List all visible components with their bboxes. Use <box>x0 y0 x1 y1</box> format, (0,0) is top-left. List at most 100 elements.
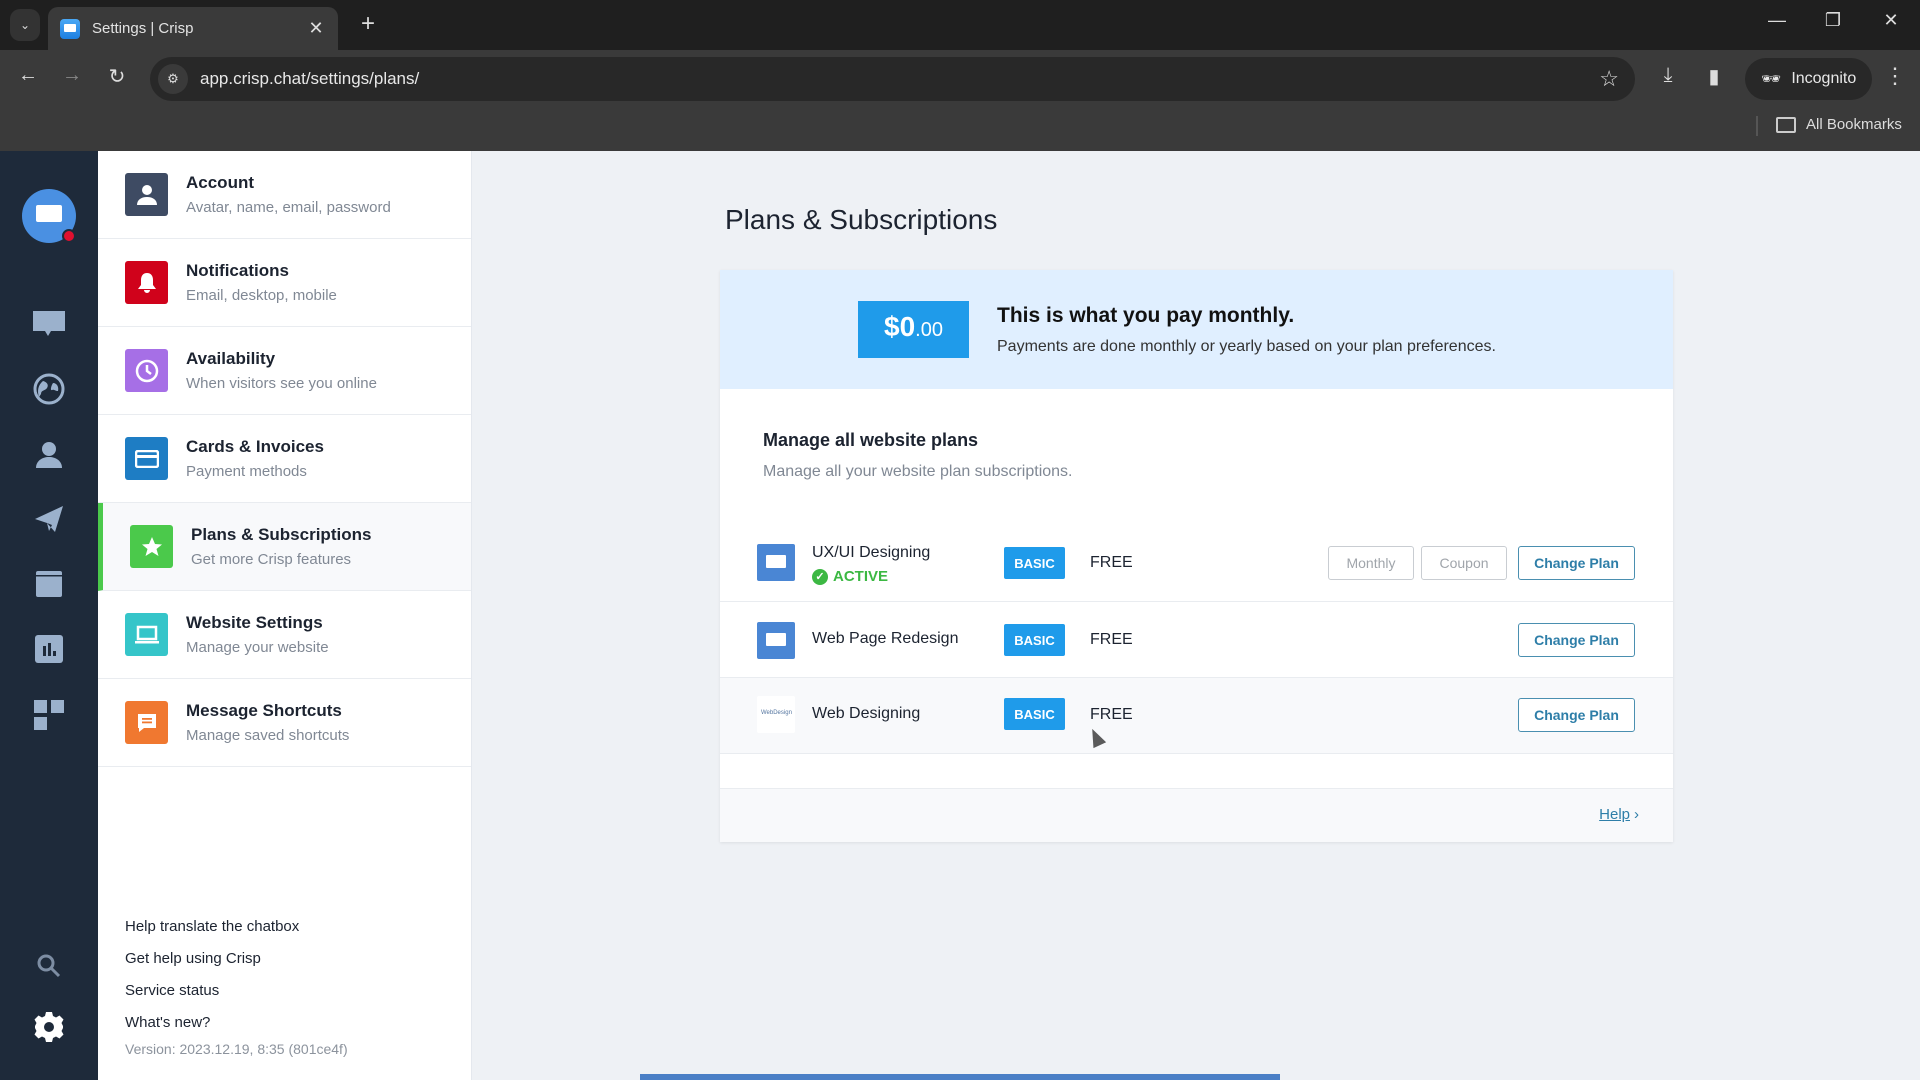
tab-search-button[interactable]: ⌄ <box>10 9 40 41</box>
bookmark-star-icon[interactable]: ☆ <box>1599 66 1619 92</box>
sidebar-item-account[interactable]: Account Avatar, name, email, password <box>98 151 471 239</box>
card-footer: Help › <box>720 788 1673 842</box>
rail-helpdesk[interactable] <box>29 564 69 604</box>
sidebar-item-title: Website Settings <box>186 613 323 632</box>
bookmarks-bar: All Bookmarks <box>0 108 1920 151</box>
plan-website-name: UX/UI Designing <box>812 544 931 561</box>
change-plan-button[interactable]: Change Plan <box>1518 623 1635 657</box>
close-window-button[interactable]: ✕ <box>1876 10 1906 31</box>
url-text[interactable]: app.crisp.chat/settings/plans/ <box>200 69 1599 89</box>
browser-tabstrip: ⌄ Settings | Crisp ✕ + — ❐ ✕ <box>0 0 1920 50</box>
plan-price: FREE <box>1090 554 1133 571</box>
sidebar-footer-links: Help translate the chatbox Get help usin… <box>125 911 348 1057</box>
message-icon <box>125 701 168 744</box>
plan-tier-badge: BASIC <box>1004 698 1065 730</box>
restore-button[interactable]: ❐ <box>1818 10 1848 31</box>
address-bar[interactable]: ⚙ app.crisp.chat/settings/plans/ ☆ <box>150 57 1635 101</box>
sidebar-item-message-shortcuts[interactable]: Message Shortcuts Manage saved shortcuts <box>98 679 471 767</box>
new-tab-button[interactable]: + <box>353 10 383 38</box>
plan-price: FREE <box>1090 706 1133 723</box>
plan-row: UX/UI Designing ✓ ACTIVE BASIC FREE Mont… <box>720 524 1673 602</box>
link-help-translate[interactable]: Help translate the chatbox <box>125 911 348 943</box>
change-plan-button[interactable]: Change Plan <box>1518 698 1635 732</box>
card-icon <box>125 437 168 480</box>
link-whats-new[interactable]: What's new? <box>125 1007 348 1039</box>
sidebar-item-notifications[interactable]: Notifications Email, desktop, mobile <box>98 239 471 327</box>
grid-icon <box>34 700 64 730</box>
tab-title: Settings | Crisp <box>92 20 194 37</box>
plans-card: $0 .00 This is what you pay monthly. Pay… <box>720 270 1673 842</box>
incognito-label: Incognito <box>1791 70 1857 87</box>
search-icon <box>37 954 61 978</box>
monthly-button[interactable]: Monthly <box>1328 546 1414 580</box>
chart-icon <box>35 635 63 663</box>
help-link[interactable]: Help › <box>1599 806 1639 823</box>
sidebar-item-subtitle: Get more Crisp features <box>191 551 352 568</box>
chevron-down-icon: ⌄ <box>19 18 31 32</box>
section-title: Manage all website plans <box>763 430 979 450</box>
link-get-help[interactable]: Get help using Crisp <box>125 943 348 975</box>
sidebar-item-subtitle: When visitors see you online <box>186 375 377 392</box>
folder-icon <box>1776 116 1796 133</box>
website-chat-icon <box>757 622 795 659</box>
help-label: Help <box>1599 806 1630 823</box>
app-nav-rail <box>0 151 98 1080</box>
sidebar-item-plans-subscriptions[interactable]: Plans & Subscriptions Get more Crisp fea… <box>98 503 471 591</box>
settings-sidebar: Account Avatar, name, email, password No… <box>98 151 472 1080</box>
version-text: Version: 2023.12.19, 8:35 (801ce4f) <box>125 1041 348 1057</box>
browser-menu-icon[interactable]: ⋮ <box>1880 63 1910 89</box>
sidebar-item-title: Account <box>186 173 254 192</box>
reload-button[interactable]: ↻ <box>102 64 132 89</box>
sidebar-item-title: Plans & Subscriptions <box>191 525 372 544</box>
back-button[interactable]: ← <box>13 64 43 87</box>
browser-toolbar: ← → ↻ ⚙ app.crisp.chat/settings/plans/ ☆… <box>0 50 1920 108</box>
incognito-icon: 🕶 <box>1761 71 1782 88</box>
download-icon[interactable]: ⤓ <box>1653 64 1683 87</box>
rail-analytics[interactable] <box>29 629 69 669</box>
bell-icon <box>125 261 168 304</box>
browser-tab[interactable]: Settings | Crisp ✕ <box>48 7 338 50</box>
all-bookmarks-button[interactable]: All Bookmarks <box>1776 116 1902 133</box>
rail-conversations[interactable] <box>29 304 69 344</box>
plan-status-active: ✓ ACTIVE <box>812 568 888 585</box>
website-logo-text: WebDesign <box>761 710 792 716</box>
website-logo-icon: WebDesign <box>757 696 795 733</box>
sidebar-item-subtitle: Manage saved shortcuts <box>186 727 350 744</box>
link-service-status[interactable]: Service status <box>125 975 348 1007</box>
bottom-progress-bar <box>640 1074 1280 1080</box>
close-tab-icon[interactable]: ✕ <box>306 18 326 39</box>
check-circle-icon: ✓ <box>812 568 828 585</box>
side-panel-icon[interactable]: ▮ <box>1699 64 1729 89</box>
globe-icon <box>33 373 65 405</box>
rail-visitors[interactable] <box>29 369 69 409</box>
rail-campaigns[interactable] <box>29 499 69 539</box>
billing-summary: $0 .00 This is what you pay monthly. Pay… <box>720 270 1673 389</box>
price-cents: .00 <box>915 319 943 341</box>
bookmarks-divider <box>1756 116 1758 136</box>
plan-tier-badge: BASIC <box>1004 624 1065 656</box>
forward-button[interactable]: → <box>57 64 87 87</box>
sidebar-item-subtitle: Avatar, name, email, password <box>186 199 391 216</box>
plan-status-label: ACTIVE <box>833 568 889 585</box>
sidebar-item-title: Availability <box>186 349 276 368</box>
user-icon <box>36 442 62 468</box>
incognito-indicator[interactable]: 🕶 Incognito <box>1745 58 1873 100</box>
sidebar-item-title: Notifications <box>186 261 289 280</box>
minimize-button[interactable]: — <box>1762 10 1792 31</box>
book-icon <box>36 571 62 597</box>
billing-subtext: Payments are done monthly or yearly base… <box>997 337 1496 355</box>
coupon-button[interactable]: Coupon <box>1421 546 1507 580</box>
sidebar-item-subtitle: Email, desktop, mobile <box>186 287 337 304</box>
sidebar-item-cards-invoices[interactable]: Cards & Invoices Payment methods <box>98 415 471 503</box>
rail-settings[interactable] <box>29 1007 69 1047</box>
rail-search[interactable] <box>29 946 69 986</box>
sidebar-item-website-settings[interactable]: Website Settings Manage your website <box>98 591 471 679</box>
page-title: Plans & Subscriptions <box>725 204 998 235</box>
change-plan-button[interactable]: Change Plan <box>1518 546 1635 580</box>
site-info-icon[interactable]: ⚙ <box>158 64 188 94</box>
website-chat-icon <box>757 544 795 581</box>
laptop-icon <box>125 613 168 656</box>
rail-contacts[interactable] <box>29 435 69 475</box>
rail-plugins[interactable] <box>29 695 69 735</box>
sidebar-item-availability[interactable]: Availability When visitors see you onlin… <box>98 327 471 415</box>
